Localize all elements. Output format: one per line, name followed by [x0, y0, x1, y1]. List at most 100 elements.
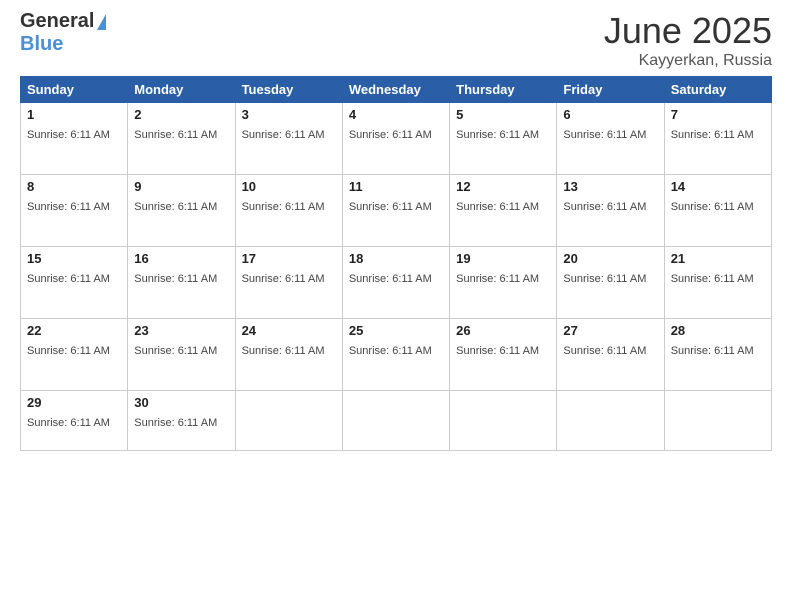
sunrise-text: Sunrise: 6:11 AM: [27, 273, 110, 285]
day-number: 28: [671, 323, 765, 338]
sunrise-text: Sunrise: 6:11 AM: [563, 273, 646, 285]
day-number: 14: [671, 179, 765, 194]
sunrise-text: Sunrise: 6:11 AM: [456, 129, 539, 141]
logo-blue-text: Blue: [20, 33, 63, 56]
sunrise-text: Sunrise: 6:11 AM: [456, 273, 539, 285]
day-number: 2: [134, 107, 228, 122]
sunrise-text: Sunrise: 6:11 AM: [456, 345, 539, 357]
day-number: 3: [242, 107, 336, 122]
day-number: 12: [456, 179, 550, 194]
day-number: 22: [27, 323, 121, 338]
table-row: [342, 391, 449, 451]
table-row: 29 Sunrise: 6:11 AM: [21, 391, 128, 451]
day-number: 5: [456, 107, 550, 122]
sunrise-text: Sunrise: 6:11 AM: [134, 201, 217, 213]
day-number: 21: [671, 251, 765, 266]
table-row: 12 Sunrise: 6:11 AM: [450, 175, 557, 247]
sunrise-text: Sunrise: 6:11 AM: [563, 201, 646, 213]
table-row: 3 Sunrise: 6:11 AM: [235, 103, 342, 175]
calendar-week-1: 1Sunrise: 6:11 AM2Sunrise: 6:11 AM3Sunri…: [21, 103, 772, 175]
table-row: [664, 391, 771, 451]
day-number: 6: [563, 107, 657, 122]
header-friday: Friday: [557, 77, 664, 103]
logo: General Blue: [20, 10, 106, 56]
day-number: 9: [134, 179, 228, 194]
table-row: 19 Sunrise: 6:11 AM: [450, 247, 557, 319]
day-number: 13: [563, 179, 657, 194]
table-row: 23Sunrise: 6:11 AM: [128, 319, 235, 391]
table-row: 7 Sunrise: 6:11 AM: [664, 103, 771, 175]
table-row: 21 Sunrise: 6:11 AM: [664, 247, 771, 319]
sunrise-text: Sunrise: 6:11 AM: [242, 129, 325, 141]
sunrise-text: Sunrise: 6:11 AM: [27, 345, 110, 357]
table-row: [235, 391, 342, 451]
day-number: 18: [349, 251, 443, 266]
table-row: 4Sunrise: 6:11 AM: [342, 103, 449, 175]
table-row: 16 Sunrise: 6:11 AM: [128, 247, 235, 319]
sunrise-text: Sunrise: 6:11 AM: [134, 345, 217, 357]
sunrise-text: Sunrise: 6:11 AM: [349, 201, 432, 213]
sunrise-text: Sunrise: 6:11 AM: [134, 417, 217, 429]
table-row: 6 Sunrise: 6:11 AM: [557, 103, 664, 175]
day-number: 15: [27, 251, 121, 266]
table-row: 11 Sunrise: 6:11 AM: [342, 175, 449, 247]
day-number: 17: [242, 251, 336, 266]
sunrise-text: Sunrise: 6:11 AM: [563, 345, 646, 357]
table-row: 22 Sunrise: 6:11 AM: [21, 319, 128, 391]
day-number: 8: [27, 179, 121, 194]
table-row: 1Sunrise: 6:11 AM: [21, 103, 128, 175]
calendar-table: Sunday Monday Tuesday Wednesday Thursday…: [20, 76, 772, 451]
table-row: 24Sunrise: 6:11 AM: [235, 319, 342, 391]
sunrise-text: Sunrise: 6:11 AM: [671, 273, 754, 285]
day-number: 11: [349, 179, 443, 194]
header-saturday: Saturday: [664, 77, 771, 103]
day-number: 10: [242, 179, 336, 194]
day-number: 16: [134, 251, 228, 266]
sunrise-text: Sunrise: 6:11 AM: [563, 129, 646, 141]
sunrise-text: Sunrise: 6:11 AM: [456, 201, 539, 213]
logo-line2: Blue: [20, 33, 63, 56]
table-row: 8 Sunrise: 6:11 AM: [21, 175, 128, 247]
table-row: 30Sunrise: 6:11 AM: [128, 391, 235, 451]
calendar-week-4: 22Sunrise: 6:11 AM23Sunrise: 6:11 AM24Su…: [21, 319, 772, 391]
table-row: 2Sunrise: 6:11 AM: [128, 103, 235, 175]
day-number: 27: [563, 323, 657, 338]
sunrise-text: Sunrise: 6:11 AM: [27, 417, 110, 429]
title-block: June 2025 Kayyerkan, Russia: [604, 10, 772, 70]
sunrise-text: Sunrise: 6:11 AM: [671, 129, 754, 141]
table-row: 5 Sunrise: 6:11 AM: [450, 103, 557, 175]
sunrise-text: Sunrise: 6:11 AM: [671, 201, 754, 213]
calendar-week-3: 15Sunrise: 6:11 AM16Sunrise: 6:11 AM17Su…: [21, 247, 772, 319]
calendar-header-row: Sunday Monday Tuesday Wednesday Thursday…: [21, 77, 772, 103]
table-row: 26 Sunrise: 6:11 AM: [450, 319, 557, 391]
header-wednesday: Wednesday: [342, 77, 449, 103]
day-number: 29: [27, 395, 121, 410]
table-row: 27 Sunrise: 6:11 AM: [557, 319, 664, 391]
header-tuesday: Tuesday: [235, 77, 342, 103]
calendar-week-2: 8 Sunrise: 6:11 AM 9 Sunrise: 6:11 AM 10 Sunr…: [21, 175, 772, 247]
day-number: 19: [456, 251, 550, 266]
sunrise-text: Sunrise: 6:11 AM: [242, 201, 325, 213]
sunrise-text: Sunrise: 6:11 AM: [134, 273, 217, 285]
table-row: 17Sunrise: 6:11 AM: [235, 247, 342, 319]
header: General Blue June 2025 Kayyerkan, Russia: [20, 10, 772, 70]
table-row: [557, 391, 664, 451]
logo-triangle-icon: [97, 14, 106, 30]
month-title: June 2025: [604, 10, 772, 52]
header-thursday: Thursday: [450, 77, 557, 103]
day-number: 26: [456, 323, 550, 338]
table-row: 15 Sunrise: 6:11 AM: [21, 247, 128, 319]
day-number: 24: [242, 323, 336, 338]
header-monday: Monday: [128, 77, 235, 103]
table-row: 13 Sunrise: 6:11 AM: [557, 175, 664, 247]
sunrise-text: Sunrise: 6:11 AM: [27, 201, 110, 213]
logo-general-text: General: [20, 10, 94, 33]
table-row: 10 Sunrise: 6:11 AM: [235, 175, 342, 247]
day-number: 7: [671, 107, 765, 122]
logo-line1: General: [20, 10, 106, 33]
table-row: 18 Sunrise: 6:11 AM: [342, 247, 449, 319]
sunrise-text: Sunrise: 6:11 AM: [349, 345, 432, 357]
sunrise-text: Sunrise: 6:11 AM: [349, 129, 432, 141]
location: Kayyerkan, Russia: [604, 52, 772, 70]
sunrise-text: Sunrise: 6:11 AM: [349, 273, 432, 285]
